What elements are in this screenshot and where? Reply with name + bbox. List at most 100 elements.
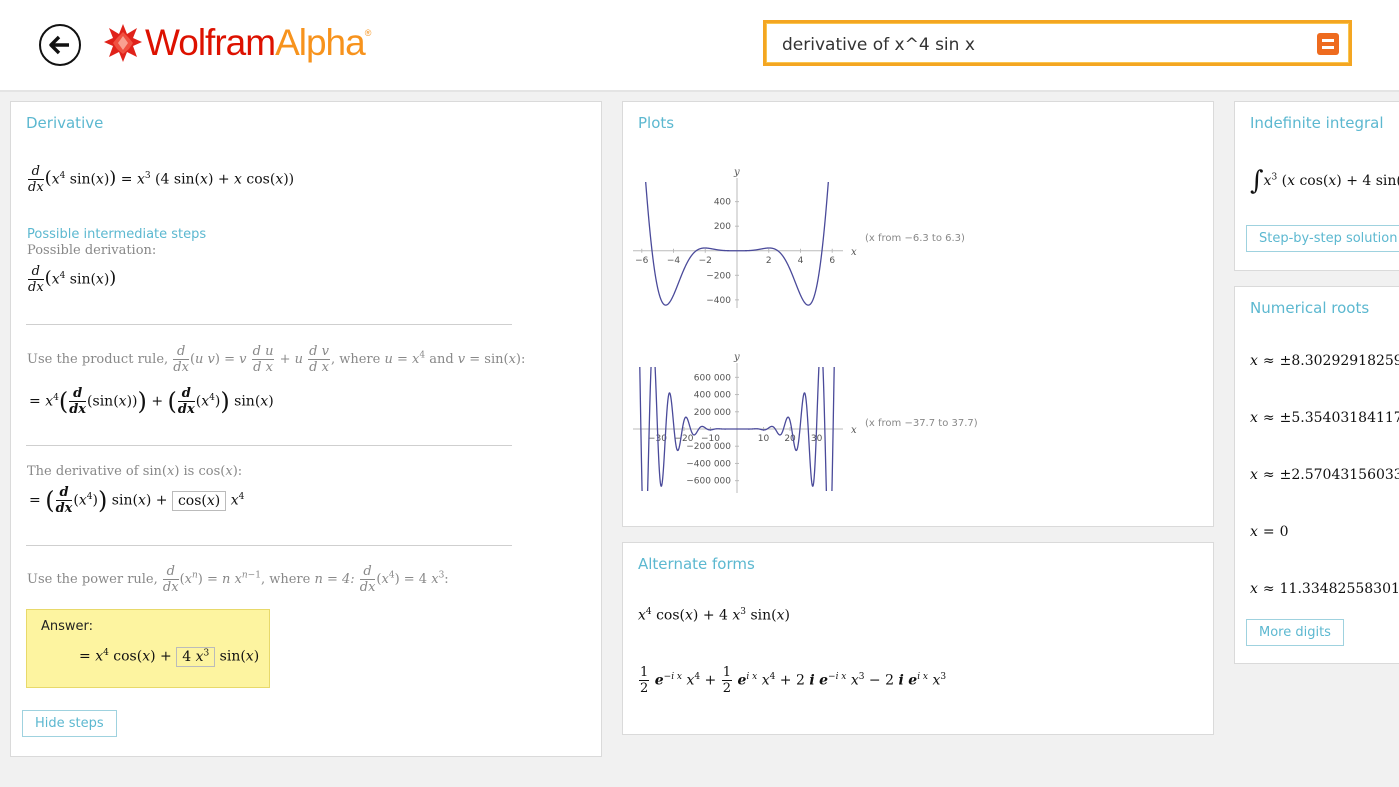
fraction: d dx: [162, 564, 179, 595]
y-tick-label: 200: [714, 222, 731, 232]
step-1-result: = x4(d dx (sin(x))) + (d dx (x4)) sin(x): [29, 386, 274, 417]
y-tick-label: 400: [714, 198, 731, 208]
wolfram-alpha-logo: WolframAlpha®: [103, 22, 372, 64]
step-label: and: [425, 352, 458, 367]
root-value: ±5.354031841172: [1279, 410, 1399, 426]
x-tick-label: −4: [667, 256, 681, 266]
fraction: d vd x: [308, 344, 330, 375]
logo-registered: ®: [364, 28, 372, 38]
panel-title: Plots: [638, 114, 675, 132]
step-2-text: The derivative of sin(x) is cos(x):: [27, 464, 243, 479]
root-variable: x: [1250, 581, 1258, 597]
y-tick-label: 200 000: [694, 408, 731, 418]
highlighted-term: cos(x): [171, 490, 227, 511]
y-tick-label: −600 000: [686, 477, 731, 487]
back-button[interactable]: [39, 24, 81, 66]
root-item: x = 0: [1250, 524, 1289, 540]
fraction: d dx: [55, 485, 73, 516]
logo-wolfram: Wolfram: [145, 22, 276, 63]
root-variable: x: [1250, 353, 1258, 369]
plot-2-range-note: (x from −37.7 to 37.7): [865, 418, 978, 429]
y-tick-label: −200: [706, 271, 731, 281]
derivation-start: d dx (x4 sin(x)): [28, 264, 117, 295]
x-tick-label: 2: [766, 256, 772, 266]
root-value: ±8.302929182597: [1279, 353, 1399, 369]
panel-title: Numerical roots: [1250, 299, 1370, 317]
panel-title: Alternate forms: [638, 555, 755, 573]
back-arrow-icon: [49, 35, 69, 55]
root-value: ±2.570431560335: [1279, 467, 1399, 483]
highlighted-term: 4 x3: [176, 646, 216, 667]
calculator-icon[interactable]: [1317, 33, 1339, 55]
integral-expression: ∫x3 (x cos(x) + 4 sin(x: [1250, 166, 1399, 196]
answer-label: Answer:: [41, 619, 94, 634]
y-axis-label: y: [733, 352, 740, 363]
fraction: d dx: [173, 344, 189, 375]
step-label: Use the power rule,: [27, 572, 162, 587]
fraction-half: 12: [639, 665, 650, 696]
alternate-form-2: 12 e−i x x4 + 12 ei x x4 + 2 i e−i x x3 …: [639, 665, 947, 696]
root-variable: x: [1250, 410, 1258, 426]
step-label: , where: [260, 572, 315, 587]
y-tick-label: −400: [706, 296, 731, 306]
step-label: is: [179, 464, 199, 479]
divider: [26, 545, 512, 546]
search-input[interactable]: [780, 31, 1304, 59]
answer-expression: = x4 cos(x) + 4 x3 sin(x): [79, 646, 260, 667]
x-tick-label: −2: [699, 256, 712, 266]
fraction: d dx: [69, 386, 87, 417]
fraction: d dx: [359, 564, 376, 595]
possible-derivation-label: Possible derivation:: [27, 243, 157, 258]
fraction: d ud x: [251, 344, 275, 375]
root-item: x≈11.33482558301878: [1250, 581, 1399, 597]
fraction-d-dx: d dx: [28, 164, 44, 195]
root-relation: =: [1262, 524, 1275, 540]
fraction: d dx: [177, 386, 195, 417]
x-tick-label: 6: [829, 256, 835, 266]
numerical-roots-panel: Numerical roots x ≈ ±8.302929182597 x ≈ ±5.35…: [1234, 286, 1399, 664]
y-tick-label: 400 000: [694, 391, 731, 401]
step-3-text: Use the power rule, d dx (xn) = n xn−1, wh…: [27, 564, 449, 595]
root-variable: x: [1250, 524, 1258, 540]
divider: [26, 445, 512, 446]
step-2-result: = (d dx (x4)) sin(x) + cos(x) x4: [29, 485, 245, 516]
y-tick-label: −200 000: [686, 442, 731, 452]
root-relation: ≈: [1262, 410, 1275, 426]
root-item: x ≈ ±2.570431560335: [1250, 467, 1399, 483]
more-digits-button[interactable]: More digits: [1246, 619, 1344, 646]
wolfram-star-icon: [104, 24, 142, 62]
derivative-result: d dx (x4 sin(x)) = x3 (4 sin(x) + x cos(x)…: [28, 164, 295, 195]
step-1-text: Use the product rule, d dx (u v) = v d ud …: [27, 344, 526, 375]
x-tick-label: 4: [798, 256, 804, 266]
hide-steps-button[interactable]: Hide steps: [22, 710, 117, 737]
root-item: x ≈ ±8.302929182597: [1250, 353, 1399, 369]
panel-title: Derivative: [26, 114, 104, 132]
plot-1-range-note: (x from −6.3 to 6.3): [865, 233, 965, 244]
step-by-step-solution-button[interactable]: Step-by-step solution: [1246, 225, 1399, 252]
panel-title: Indefinite integral: [1250, 114, 1384, 132]
answer-box: Answer: = x4 cos(x) + 4 x3 sin(x): [26, 609, 270, 688]
divider: [26, 324, 512, 325]
y-tick-label: 600 000: [694, 373, 731, 383]
step-label: Use the product rule,: [27, 352, 173, 367]
y-tick-label: −400 000: [686, 459, 731, 469]
fraction-half: 12: [721, 665, 733, 696]
y-axis-label: y: [733, 167, 740, 178]
intermediate-steps-link[interactable]: Possible intermediate steps: [27, 227, 206, 242]
root-value: 11.33482558301878: [1279, 581, 1399, 597]
root-variable: x: [1250, 467, 1258, 483]
integral-sign: ∫: [1250, 166, 1264, 196]
plot-1: x y −6 −4 −2 2 4 6 400 200 −200 −400: [633, 167, 857, 308]
root-value: 0: [1279, 524, 1289, 540]
step-label: The derivative of: [27, 464, 143, 479]
x-axis-label: x: [851, 425, 857, 436]
step-label: , where: [330, 352, 385, 367]
x-axis-label: x: [851, 247, 857, 258]
root-relation: ≈: [1262, 467, 1275, 483]
app-header: WolframAlpha®: [0, 0, 1399, 92]
logo-text: WolframAlpha®: [145, 22, 372, 64]
indefinite-integral-panel: Indefinite integral ∫x3 (x cos(x) + 4 si…: [1234, 101, 1399, 271]
fraction-d-dx: d dx: [28, 264, 44, 295]
derivative-panel: Derivative d dx (x4 sin(x)) = x3 (4 sin(x)…: [10, 101, 602, 757]
root-item: x ≈ ±5.354031841172: [1250, 410, 1399, 426]
